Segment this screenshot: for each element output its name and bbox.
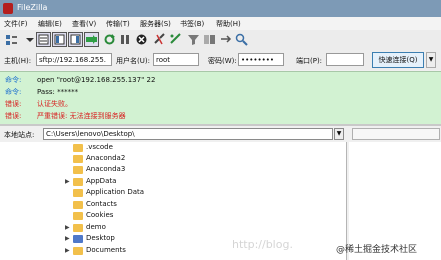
folder-icon [73,212,83,220]
sync-browse-icon[interactable] [218,32,233,47]
menu-bookmarks[interactable]: 书签(B) [180,19,204,29]
tree-item-label: Anaconda2 [86,154,126,162]
disconnect-icon[interactable] [152,32,167,47]
username-label: 用户名(U): [116,57,150,65]
folder-icon [73,201,83,209]
menu-transfer[interactable]: 传输(T) [106,19,130,29]
local-site-bar: 本地站点: C:\Users\lenovo\Desktop\ ▼ [0,126,346,142]
log-kind: 命令: [5,88,22,96]
local-directory-tree: .vscode Anaconda2 Anaconda3 ▶ AppData Ap… [0,142,347,260]
tree-item-label: Cookies [86,211,114,219]
log-row: 错误: 严重错误: 无法连接到服务器 [5,111,126,121]
tree-item-label: demo [86,223,106,231]
log-text: Pass: ****** [37,88,79,96]
remote-site-bar [349,126,441,142]
folder-icon [73,247,83,255]
host-input[interactable]: sftp://192.168.255. [36,53,112,66]
tree-item-label: .vscode [86,143,113,151]
toggle-queue-icon[interactable] [84,32,99,47]
compare-icon[interactable] [202,32,217,47]
toggle-remote-tree-icon[interactable] [68,32,83,47]
window-title: FileZilla [17,3,48,12]
folder-icon [73,178,83,186]
folder-icon [73,144,83,152]
filter-icon[interactable] [186,32,201,47]
menu-file[interactable]: 文件(F) [4,19,28,29]
tree-item-label: Application Data [86,188,145,196]
toggle-local-tree-icon[interactable] [52,32,67,47]
watermark-url: http://blog. [232,238,293,251]
username-input[interactable]: root [153,53,199,66]
password-label: 密码(W): [208,57,237,65]
cancel-icon[interactable] [134,32,149,47]
host-label: 主机(H): [4,57,32,65]
log-row: 错误: 认证失败。 [5,99,72,109]
folder-icon [73,189,83,197]
menu-help[interactable]: 帮助(H) [216,19,241,29]
quickconnect-button[interactable]: 快速连接(Q) [372,52,424,68]
port-input[interactable] [326,53,364,66]
expand-arrow-icon[interactable]: ▶ [65,178,70,185]
log-text: 认证失败。 [37,100,72,108]
menu-view[interactable]: 查看(V) [72,19,96,29]
refresh-icon[interactable] [102,32,117,47]
remote-path-input[interactable] [352,128,440,140]
tree-item-label: Anaconda3 [86,165,126,173]
toolbar [0,30,441,51]
expand-arrow-icon[interactable]: ▶ [65,224,70,231]
log-row: 命令: Pass: ****** [5,87,78,97]
site-manager-icon[interactable] [4,32,19,47]
search-icon[interactable] [234,32,249,47]
log-row: 命令: open "root@192.168.255.137" 22 [5,75,155,85]
log-kind: 错误: [5,100,22,108]
process-queue-icon[interactable] [118,32,133,47]
message-log: 命令: open "root@192.168.255.137" 22 命令: Pas… [0,71,441,125]
tree-item-label: AppData [86,177,117,185]
filezilla-logo-icon [3,3,13,14]
log-text: 严重错误: 无法连接到服务器 [37,112,126,120]
tree-item-label: Contacts [86,200,117,208]
menu-server[interactable]: 服务器(S) [140,19,171,29]
local-path-dropdown-icon[interactable]: ▼ [334,128,344,140]
log-kind: 命令: [5,76,22,84]
expand-arrow-icon[interactable]: ▶ [65,235,70,242]
menu-edit[interactable]: 编辑(E) [38,19,62,29]
local-site-label: 本地站点: [4,131,35,139]
dropdown-arrow-icon[interactable] [22,32,37,47]
folder-icon [73,224,83,232]
folder-icon [73,166,83,174]
menu-bar: 文件(F) 编辑(E) 查看(V) 传输(T) 服务器(S) 书签(B) 帮助(… [0,17,441,30]
expand-arrow-icon[interactable]: ▶ [65,247,70,254]
quickconnect-dropdown-icon[interactable]: ▼ [426,52,436,68]
tree-item-label: Desktop [86,234,115,242]
title-bar: FileZilla [0,0,441,17]
reconnect-icon[interactable] [168,32,183,47]
tree-item-label: Documents [86,246,126,254]
quickconnect-bar: 主机(H): sftp://192.168.255. 用户名(U): root … [0,50,441,70]
log-text: open "root@192.168.255.137" 22 [37,76,156,84]
watermark-source: @稀土掘金技术社区 [336,245,418,255]
local-path-input[interactable]: C:\Users\lenovo\Desktop\ [43,128,333,140]
log-kind: 错误: [5,112,22,120]
folder-icon [73,155,83,163]
desktop-folder-icon [73,235,83,243]
password-input[interactable]: •••••••• [238,53,284,66]
port-label: 端口(P): [296,57,323,65]
toggle-log-icon[interactable] [36,32,51,47]
